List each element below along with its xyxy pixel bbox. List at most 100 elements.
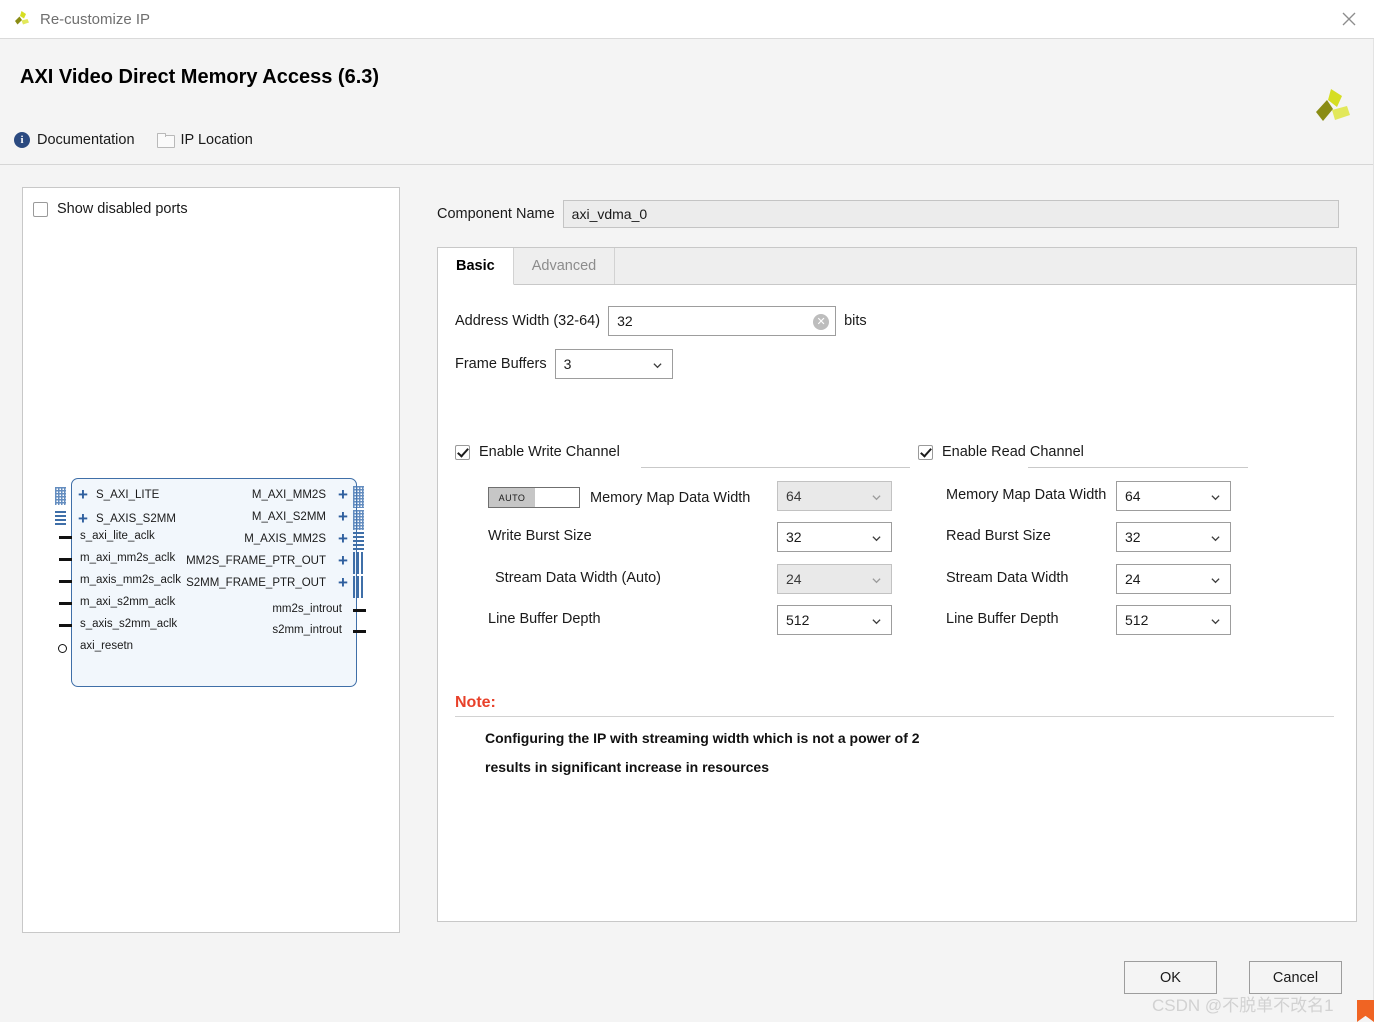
- write-burst-size-select[interactable]: 32: [777, 522, 892, 552]
- bus-stub-m-axis-mm2s: [353, 532, 364, 550]
- expand-icon-s-axis-s2mm[interactable]: +: [78, 510, 88, 527]
- read-mm-data-width-value: 64: [1125, 488, 1141, 504]
- frame-buffers-row: Frame Buffers 3: [455, 349, 673, 379]
- note-line-2: results in significant increase in resou…: [485, 759, 769, 775]
- tab-advanced[interactable]: Advanced: [514, 248, 616, 284]
- read-burst-size-label: Read Burst Size: [946, 528, 1051, 544]
- chevron-down-icon: [1211, 619, 1220, 625]
- component-name-input[interactable]: axi_vdma_0: [562, 200, 1339, 228]
- expand-icon-s2mm-frame-ptr-out[interactable]: +: [338, 574, 348, 591]
- pin-axi-resetn-inverted: [58, 644, 67, 653]
- chevron-down-icon: [1211, 495, 1220, 501]
- read-channel-header[interactable]: Enable Read Channel: [918, 444, 1338, 460]
- enable-read-channel-label: Enable Read Channel: [942, 444, 1084, 460]
- clear-icon[interactable]: ✕: [813, 314, 830, 330]
- show-disabled-ports-row[interactable]: Show disabled ports: [33, 201, 188, 217]
- pin-s2mm-introut: [353, 630, 366, 633]
- address-width-label: Address Width (32-64): [455, 313, 601, 329]
- note-title: Note:: [455, 694, 496, 711]
- frame-buffers-select[interactable]: 3: [554, 349, 673, 379]
- tab-panel: Basic Advanced Address Width (32-64) 32 …: [437, 247, 1357, 922]
- bus-stub-s2mm-frame-ptr-out: [353, 576, 364, 598]
- chevron-down-icon: [653, 363, 662, 369]
- ip-location-link[interactable]: IP Location: [156, 132, 253, 148]
- read-burst-size-value: 32: [1125, 529, 1141, 545]
- write-line-buffer-depth-label: Line Buffer Depth: [488, 611, 601, 627]
- write-line-buffer-depth-row: Line Buffer Depth: [488, 611, 601, 627]
- port-label-mm2s-introut: mm2s_introut: [272, 603, 342, 615]
- ip-location-link-label: IP Location: [180, 132, 253, 148]
- xilinx-logo-small: [15, 11, 29, 25]
- bus-stub-s-axis-s2mm: [55, 511, 66, 527]
- write-stream-data-width-value: 24: [786, 571, 802, 587]
- enable-read-channel-checkbox[interactable]: [918, 444, 933, 460]
- close-icon[interactable]: [1338, 8, 1360, 30]
- frame-buffers-value: 3: [563, 356, 572, 372]
- read-mm-data-width-label: Memory Map Data Width: [946, 487, 1107, 503]
- pin-mm2s-introut: [353, 609, 366, 612]
- enable-write-channel-checkbox[interactable]: [455, 444, 470, 460]
- write-channel-header[interactable]: Enable Write Channel: [455, 444, 910, 460]
- write-channel-divider: [641, 467, 910, 468]
- dialog-header: AXI Video Direct Memory Access (6.3) i D…: [0, 39, 1374, 165]
- expand-icon-m-axi-s2mm[interactable]: +: [338, 508, 348, 525]
- write-line-buffer-depth-select[interactable]: 512: [777, 605, 892, 635]
- write-stream-data-width-select[interactable]: 24: [777, 564, 892, 594]
- auto-toggle-label: AUTO: [489, 488, 535, 507]
- pin-m-axis-mm2s-aclk: [59, 580, 72, 583]
- frame-buffers-label: Frame Buffers: [455, 356, 547, 372]
- read-line-buffer-depth-value: 512: [1125, 612, 1149, 628]
- bus-stub-s-axi-lite: [55, 487, 66, 505]
- bus-stub-m-axi-mm2s: [353, 486, 364, 508]
- port-label-s2mm-introut: s2mm_introut: [272, 624, 342, 636]
- info-icon: i: [14, 132, 30, 148]
- documentation-link[interactable]: i Documentation: [14, 132, 135, 148]
- chevron-down-icon: [872, 536, 881, 542]
- read-burst-size-select[interactable]: 32: [1116, 522, 1231, 552]
- port-label-m-axi-s2mm-aclk: m_axi_s2mm_aclk: [80, 596, 176, 608]
- ok-button[interactable]: OK: [1124, 961, 1217, 994]
- write-line-buffer-depth-value: 512: [786, 612, 810, 628]
- address-width-input[interactable]: 32 ✕: [608, 306, 837, 336]
- address-width-value: 32: [617, 313, 633, 329]
- tab-basic[interactable]: Basic: [438, 248, 514, 285]
- ip-block-symbol: + + S_AXI_LITE S_AXIS_S2MM s_axi_lite_ac…: [55, 478, 366, 687]
- auto-toggle[interactable]: AUTO: [488, 487, 580, 508]
- write-channel-section: Enable Write Channel AUTO Memory Map Dat…: [455, 444, 910, 635]
- read-stream-data-width-label: Stream Data Width: [946, 570, 1069, 586]
- show-disabled-ports-label: Show disabled ports: [57, 201, 188, 217]
- chevron-down-icon: [872, 495, 881, 501]
- write-mm-data-width-label: Memory Map Data Width: [590, 489, 751, 506]
- address-width-units: bits: [844, 313, 867, 329]
- port-label-s-axi-lite-aclk: s_axi_lite_aclk: [80, 530, 155, 542]
- folder-icon: [156, 133, 175, 148]
- expand-icon-s-axi-lite[interactable]: +: [78, 486, 88, 503]
- component-name-row: Component Name axi_vdma_0: [437, 200, 1339, 228]
- auto-toggle-track: [535, 488, 579, 507]
- read-burst-size-row: Read Burst Size: [946, 528, 1051, 544]
- show-disabled-ports-checkbox[interactable]: [33, 201, 48, 217]
- bus-stub-m-axi-s2mm: [353, 510, 364, 530]
- read-line-buffer-depth-select[interactable]: 512: [1116, 605, 1231, 635]
- port-label-mm2s-frame-ptr-out: MM2S_FRAME_PTR_OUT: [186, 555, 326, 567]
- read-mm-data-width-select[interactable]: 64: [1116, 481, 1231, 511]
- port-label-s-axis-s2mm-aclk: s_axis_s2mm_aclk: [80, 618, 178, 630]
- note-divider: [455, 716, 1334, 717]
- read-line-buffer-depth-label: Line Buffer Depth: [946, 611, 1059, 627]
- component-name-label: Component Name: [437, 206, 555, 222]
- header-links: i Documentation IP Location: [14, 132, 253, 148]
- read-stream-data-width-value: 24: [1125, 571, 1141, 587]
- read-stream-data-width-select[interactable]: 24: [1116, 564, 1231, 594]
- read-stream-data-width-row: Stream Data Width: [946, 570, 1069, 586]
- cancel-button[interactable]: Cancel: [1249, 961, 1342, 994]
- chevron-down-icon: [872, 619, 881, 625]
- expand-icon-mm2s-frame-ptr-out[interactable]: +: [338, 552, 348, 569]
- read-line-buffer-depth-row: Line Buffer Depth: [946, 611, 1059, 627]
- port-label-s-axi-lite: S_AXI_LITE: [96, 489, 160, 501]
- expand-icon-m-axis-mm2s[interactable]: +: [338, 530, 348, 547]
- expand-icon-m-axi-mm2s[interactable]: +: [338, 486, 348, 503]
- watermark-bookmark-icon: [1357, 1000, 1374, 1022]
- note-line-1: Configuring the IP with streaming width …: [485, 730, 920, 746]
- port-label-m-axis-mm2s: M_AXIS_MM2S: [244, 533, 326, 545]
- write-mm-data-width-select[interactable]: 64: [777, 481, 892, 511]
